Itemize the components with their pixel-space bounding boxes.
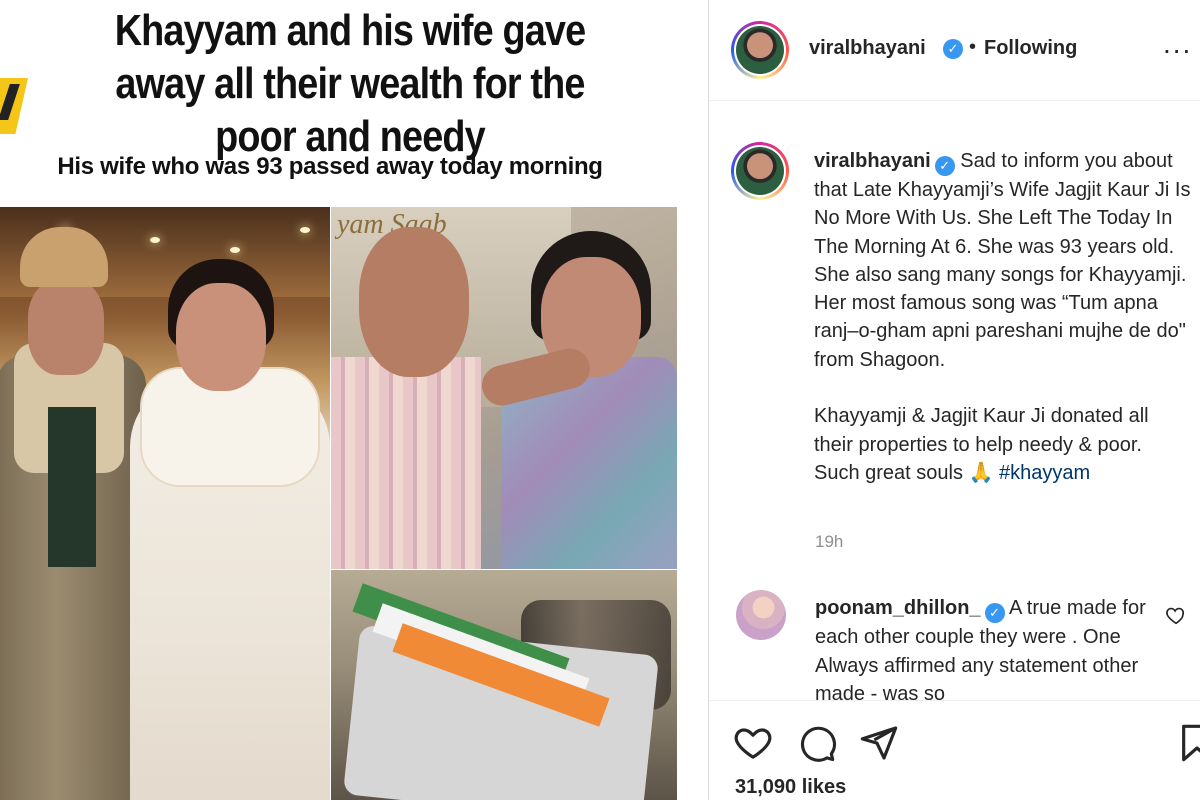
avatar-border [734, 24, 786, 76]
man-shirt [48, 407, 96, 567]
feeding-photo: yam Saab [331, 207, 677, 569]
ceiling-light [300, 227, 310, 233]
post-header: viralbhayani ✓ • Following ... [709, 0, 1200, 101]
post-headline: Khayyam and his wife gave away all their… [114, 6, 586, 161]
author-avatar[interactable] [731, 21, 789, 79]
post-sidebar: viralbhayani ✓ • Following ... viralbhay… [708, 0, 1200, 800]
following-button[interactable]: Following [984, 37, 1077, 60]
comment-icon[interactable] [797, 723, 837, 763]
caption-username[interactable]: viralbhayani [814, 150, 931, 172]
likes-count[interactable]: 31,090 likes [735, 776, 846, 799]
yellow-logo-tab [0, 78, 28, 134]
more-options-icon[interactable]: ... [1163, 30, 1192, 58]
man-face [28, 279, 104, 375]
funeral-photo [331, 570, 677, 800]
woman-face [176, 283, 266, 391]
author-username[interactable]: viralbhayani [809, 37, 926, 60]
post-subheadline: His wife who was 93 passed away today mo… [57, 153, 603, 180]
heart-icon[interactable] [733, 723, 773, 763]
verified-badge-icon: ✓ [984, 603, 1005, 623]
verified-badge-icon: ✓ [943, 39, 963, 59]
hashtag-link[interactable]: #khayyam [999, 462, 1090, 484]
post-caption: viralbhayani ✓ Sad to inform you about th… [814, 147, 1192, 487]
share-icon[interactable] [859, 723, 899, 763]
post-image[interactable]: Khayyam and his wife gave away all their… [0, 0, 708, 800]
post-actions: 31,090 likes [709, 700, 1200, 800]
couple-photo [0, 207, 330, 800]
avatar-image [736, 147, 784, 195]
avatar-image [736, 26, 784, 74]
ceiling-light [230, 247, 240, 253]
separator-dot: • [969, 36, 977, 58]
verified-badge-icon: ✓ [934, 156, 955, 176]
comments-panel[interactable]: viralbhayani ✓ Sad to inform you about th… [709, 102, 1200, 700]
man-striped-shirt [331, 357, 481, 569]
image-margin [677, 207, 708, 800]
avatar-border [734, 145, 786, 197]
comment-like-heart-icon[interactable] [1165, 604, 1187, 626]
ceiling-light [150, 237, 160, 243]
caption-body: Sad to inform you about that Late Khayya… [814, 150, 1191, 484]
commenter-avatar[interactable] [736, 590, 786, 640]
post-timestamp[interactable]: 19h [815, 532, 843, 552]
commenter-username[interactable]: poonam_dhillon_ [815, 597, 981, 619]
comment: poonam_dhillon_ ✓ A true made for each ot… [815, 594, 1165, 700]
man-head [359, 227, 469, 377]
caption-author-avatar[interactable] [731, 142, 789, 200]
bookmark-icon[interactable] [1177, 723, 1200, 763]
